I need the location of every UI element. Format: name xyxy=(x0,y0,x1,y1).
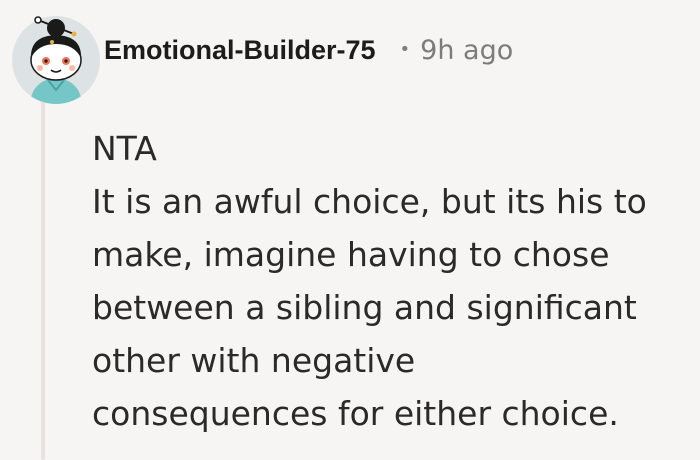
meta-separator: • xyxy=(399,38,411,60)
comment-text-line: between a sibling and significant xyxy=(92,288,637,327)
comment-header: Emotional-Builder-75 • 9h ago xyxy=(104,28,513,72)
comment-text-line: It is an awful choice, but its his to xyxy=(92,182,647,221)
avatar[interactable] xyxy=(8,8,104,104)
thread-collapse-line[interactable] xyxy=(41,98,45,460)
comment: Emotional-Builder-75 • 9h ago NTA It is … xyxy=(0,0,700,460)
comment-text-line: NTA xyxy=(92,129,157,168)
comment-text-line: make, imagine having to chose xyxy=(92,235,610,274)
username-link[interactable]: Emotional-Builder-75 xyxy=(104,35,376,66)
comment-text-line: consequences for either choice. xyxy=(92,394,619,433)
comment-timestamp[interactable]: 9h ago xyxy=(420,35,513,66)
comment-text-line: other with negative xyxy=(92,341,416,380)
comment-body: NTA It is an awful choice, but its his t… xyxy=(92,122,692,440)
snoo-avatar-icon xyxy=(12,16,100,104)
